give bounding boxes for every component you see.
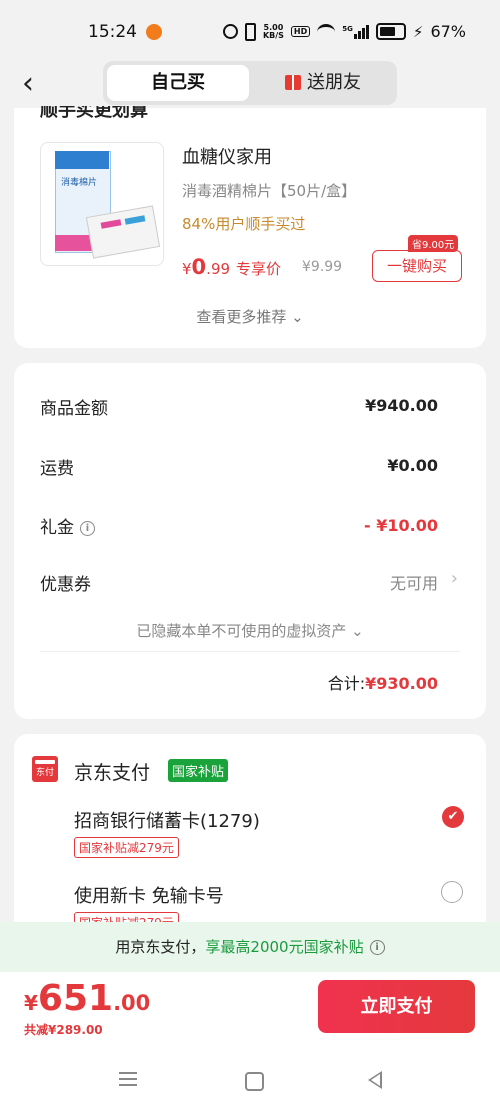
network-type: 5G <box>342 24 353 33</box>
product-spec: 消毒酒精棉片【50片/盒】 <box>182 182 357 200</box>
payment-title: 京东支付 <box>74 762 151 784</box>
wifi-icon <box>317 23 336 40</box>
info-icon[interactable]: i <box>369 940 385 955</box>
exclusive-price-tag: 专享价 <box>236 260 282 278</box>
hd-icon: HD <box>290 26 311 37</box>
coupon-label: 优惠券 <box>40 575 91 595</box>
pay-amount: ¥651.00 <box>24 978 150 1019</box>
new-card-option[interactable]: 使用新卡 免输卡号 <box>74 882 224 908</box>
pay-currency: ¥ <box>24 991 38 1015</box>
price-integer: 0 <box>191 255 207 279</box>
alarm-icon <box>222 24 238 39</box>
order-total: 合计:¥930.00 <box>328 670 438 694</box>
promo-highlight: 享最高2000元国家补贴 <box>205 938 364 956</box>
recent-apps-icon[interactable] <box>119 1072 137 1086</box>
product-name[interactable]: 血糖仪家用 <box>182 143 272 169</box>
gift-money-row: 礼金 i <box>40 513 95 538</box>
checked-radio-icon[interactable]: ✔ <box>442 806 464 828</box>
total-value: ¥930.00 <box>365 674 438 693</box>
price-decimal: .99 <box>206 260 231 278</box>
home-icon[interactable] <box>245 1072 264 1091</box>
bank-subsidy-badge: 国家补贴减279元 <box>74 837 179 858</box>
tab-send-to-friend-label: 送朋友 <box>307 72 361 93</box>
buy-rate-tip: 84%用户顺手买过 <box>182 215 306 233</box>
gift-money-value: - ¥10.00 <box>364 516 438 535</box>
shipping-value: ¥0.00 <box>387 456 438 475</box>
system-back-icon[interactable] <box>368 1071 382 1089</box>
divider <box>40 651 460 652</box>
product-price: ¥0.99 <box>182 255 230 279</box>
back-chevron-icon[interactable]: ‹ <box>22 68 52 100</box>
jd-pay-logo-icon: 东付 <box>32 756 58 782</box>
coupon-value[interactable]: 无可用 <box>390 570 438 594</box>
price-currency: ¥ <box>182 260 192 278</box>
gift-money-label: 礼金 <box>40 518 74 538</box>
status-time: 15:24 <box>88 22 137 42</box>
vibrate-icon <box>244 22 256 41</box>
hidden-assets-toggle[interactable]: 已隐藏本单不可使用的虚拟资产 ⌄ <box>0 620 500 641</box>
goods-amount-label: 商品金额 <box>40 399 108 419</box>
unchecked-radio-icon[interactable] <box>441 881 463 903</box>
goods-amount-value: ¥940.00 <box>365 396 438 415</box>
save-badge: 省9.00元 <box>408 235 459 252</box>
pumpkin-icon <box>146 24 162 40</box>
total-saved: 共减¥289.00 <box>24 1023 103 1037</box>
product-image-label: 消毒棉片 <box>61 178 98 188</box>
recommend-section-title: 顺手买更划算 <box>40 106 148 120</box>
pay-amount-decimal: .00 <box>113 991 151 1015</box>
original-price: ¥9.99 <box>302 259 343 275</box>
see-more-recommend-link[interactable]: 查看更多推荐 ⌄ <box>0 306 500 327</box>
one-click-buy-button[interactable]: 一键购买 <box>372 250 462 282</box>
shipping-label: 运费 <box>40 459 74 479</box>
tab-buy-for-self[interactable]: 自己买 <box>107 65 249 101</box>
net-speed: 5.00 KB/S <box>262 22 284 40</box>
battery-icon <box>375 23 406 40</box>
tab-send-to-friend[interactable]: 送朋友 <box>252 65 394 101</box>
pay-amount-integer: 651 <box>37 978 114 1019</box>
bank-card-option[interactable]: 招商银行储蓄卡(1279) <box>74 807 260 833</box>
gift-icon <box>285 75 301 90</box>
battery-percent: 67% <box>430 22 466 41</box>
promo-prefix: 用京东支付， <box>115 938 206 956</box>
info-icon[interactable]: i <box>80 521 95 536</box>
product-image[interactable]: 消毒棉片 <box>40 142 164 266</box>
status-icons: 5.00 KB/S HD 5G ⚡ 67% <box>222 22 466 41</box>
signal-icon: 5G <box>342 24 369 39</box>
total-label: 合计: <box>327 674 366 693</box>
charging-icon: ⚡ <box>412 22 424 41</box>
gov-subsidy-badge: 国家补贴 <box>168 759 229 782</box>
pay-now-button[interactable]: 立即支付 <box>318 980 475 1033</box>
subsidy-promo-bar[interactable]: 用京东支付，享最高2000元国家补贴 i <box>0 922 500 972</box>
chevron-right-icon[interactable]: › <box>451 568 458 589</box>
